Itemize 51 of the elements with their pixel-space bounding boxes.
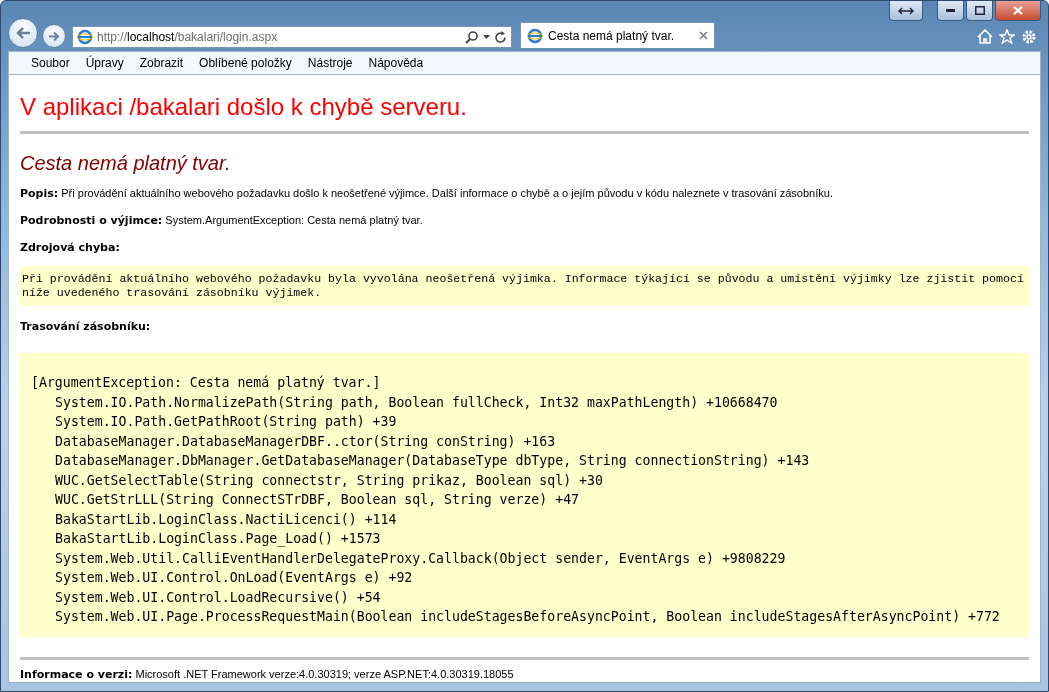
stack-trace-line: System.Web.UI.Control.OnLoad(EventArgs e) +92: [55, 569, 413, 587]
search-icon[interactable]: [465, 30, 479, 44]
browser-logo-icon: [527, 27, 543, 44]
browser-tab[interactable]: Cesta nemá platný tvar.: [520, 22, 715, 48]
back-button[interactable]: [8, 18, 38, 48]
stack-trace-line: System.Web.UI.Control.LoadRecursive() +54: [55, 588, 381, 607]
menu-item[interactable]: Nápověda: [360, 54, 432, 72]
menu-item[interactable]: Zobrazit: [131, 54, 192, 72]
maximize-icon: [974, 6, 985, 15]
restore-size-button[interactable]: [889, 1, 923, 21]
close-icon[interactable]: [699, 31, 708, 40]
stack-trace-line: WUC.GetSelectTable(String connectstr, String prikaz, Boolean sql) +30: [55, 471, 603, 490]
minimize-icon: [946, 9, 955, 12]
refresh-icon[interactable]: [494, 30, 507, 44]
stack-trace-line: BakaStartLib.LoginClass.NactiLicenci() +114: [55, 510, 397, 529]
menu-item[interactable]: Oblíbené položky: [191, 54, 300, 72]
stack-trace-line: DatabaseManager.DbManager.GetDatabaseManager(DatabaseType dbType, String connectionString) +143: [55, 452, 810, 470]
maximize-button[interactable]: [966, 1, 993, 21]
error-title: V aplikaci /bakalari došlo k chybě serveru.: [20, 93, 468, 121]
stack-trace-line: BakaStartLib.LoginClass.Page_Load() +1573: [55, 530, 381, 549]
exception-text: Podrobnosti o výjimce: System.ArgumentException: Cesta nemá platný tvar.: [20, 214, 424, 227]
settings-icon[interactable]: [1021, 29, 1037, 45]
menu-item[interactable]: Úpravy: [77, 54, 132, 72]
error-subtitle: Cesta nemá platný tvar.: [20, 152, 232, 175]
address-bar[interactable]: http://localhost/bakalari/login.aspx: [72, 26, 512, 48]
stack-trace-line: System.Web.UI.Page.ProcessRequestMain(Boolean includeStagesBeforeAsyncPoint, Boolean includeStagesAfterAsyncPoint) +772: [55, 608, 1000, 626]
forward-button[interactable]: [42, 24, 66, 48]
star-icon[interactable]: [999, 29, 1015, 45]
menu-item[interactable]: Soubor: [23, 54, 78, 72]
version-text: Informace o verzi: Microsoft .NET Framework verze:4.0.30319; verze ASP.NET:4.0.30319.18055: [20, 667, 515, 681]
menu-item[interactable]: Nástroje: [299, 54, 361, 72]
stack-trace-line: DatabaseManager.DatabaseManagerDBF..ctor(String conString) +163: [55, 432, 556, 451]
right-arrow-icon: [48, 30, 60, 42]
close-icon: [1013, 6, 1023, 15]
stack-trace-line: System.Web.Util.CalliEventHandlerDelegateProxy.Callback(Object sender, EventArgs e) +9808229: [55, 549, 786, 568]
stack-trace-line: System.IO.Path.GetPathRoot(String path) +39: [55, 413, 397, 431]
section-label: Zdrojová chyba:: [20, 241, 121, 254]
description-text: Popis: Při provádění aktuálního webového požadavku došlo k neošetřené výjimce. Další informace o chybě a o jejím původu v kódu naleznete v trasování zásobníku.: [20, 187, 834, 200]
home-icon[interactable]: [977, 29, 993, 45]
left-arrow-icon: [15, 26, 31, 40]
browser-logo-icon: [77, 29, 93, 45]
double-arrow-icon: [898, 6, 914, 15]
url-text: http://localhost/bakalari/login.aspx: [97, 30, 279, 44]
minimize-button[interactable]: [937, 1, 964, 21]
stack-trace-line: System.IO.Path.NormalizePath(String path, Boolean fullCheck, Int32 maxPathLength) +10668470: [55, 393, 778, 412]
caret-icon[interactable]: [483, 35, 490, 39]
source-error-text: Při provádění aktuálního webového požadavku byla vyvolána neošetřená výjimka. Informace týkající se původu a umístění výjimky lze zjistit pomocí níže uvedeného trasování zásobníku výjimek.: [20, 266, 1029, 306]
exception-line: [ArgumentException: Cesta nemá platný tvar.]: [31, 374, 381, 392]
stack-trace-line: WUC.GetStrLLL(String ConnectSTrDBF, Boolean sql, String verze) +47: [55, 491, 579, 509]
section-label: Trasování zásobníku:: [20, 320, 152, 333]
close-button[interactable]: [995, 1, 1041, 21]
